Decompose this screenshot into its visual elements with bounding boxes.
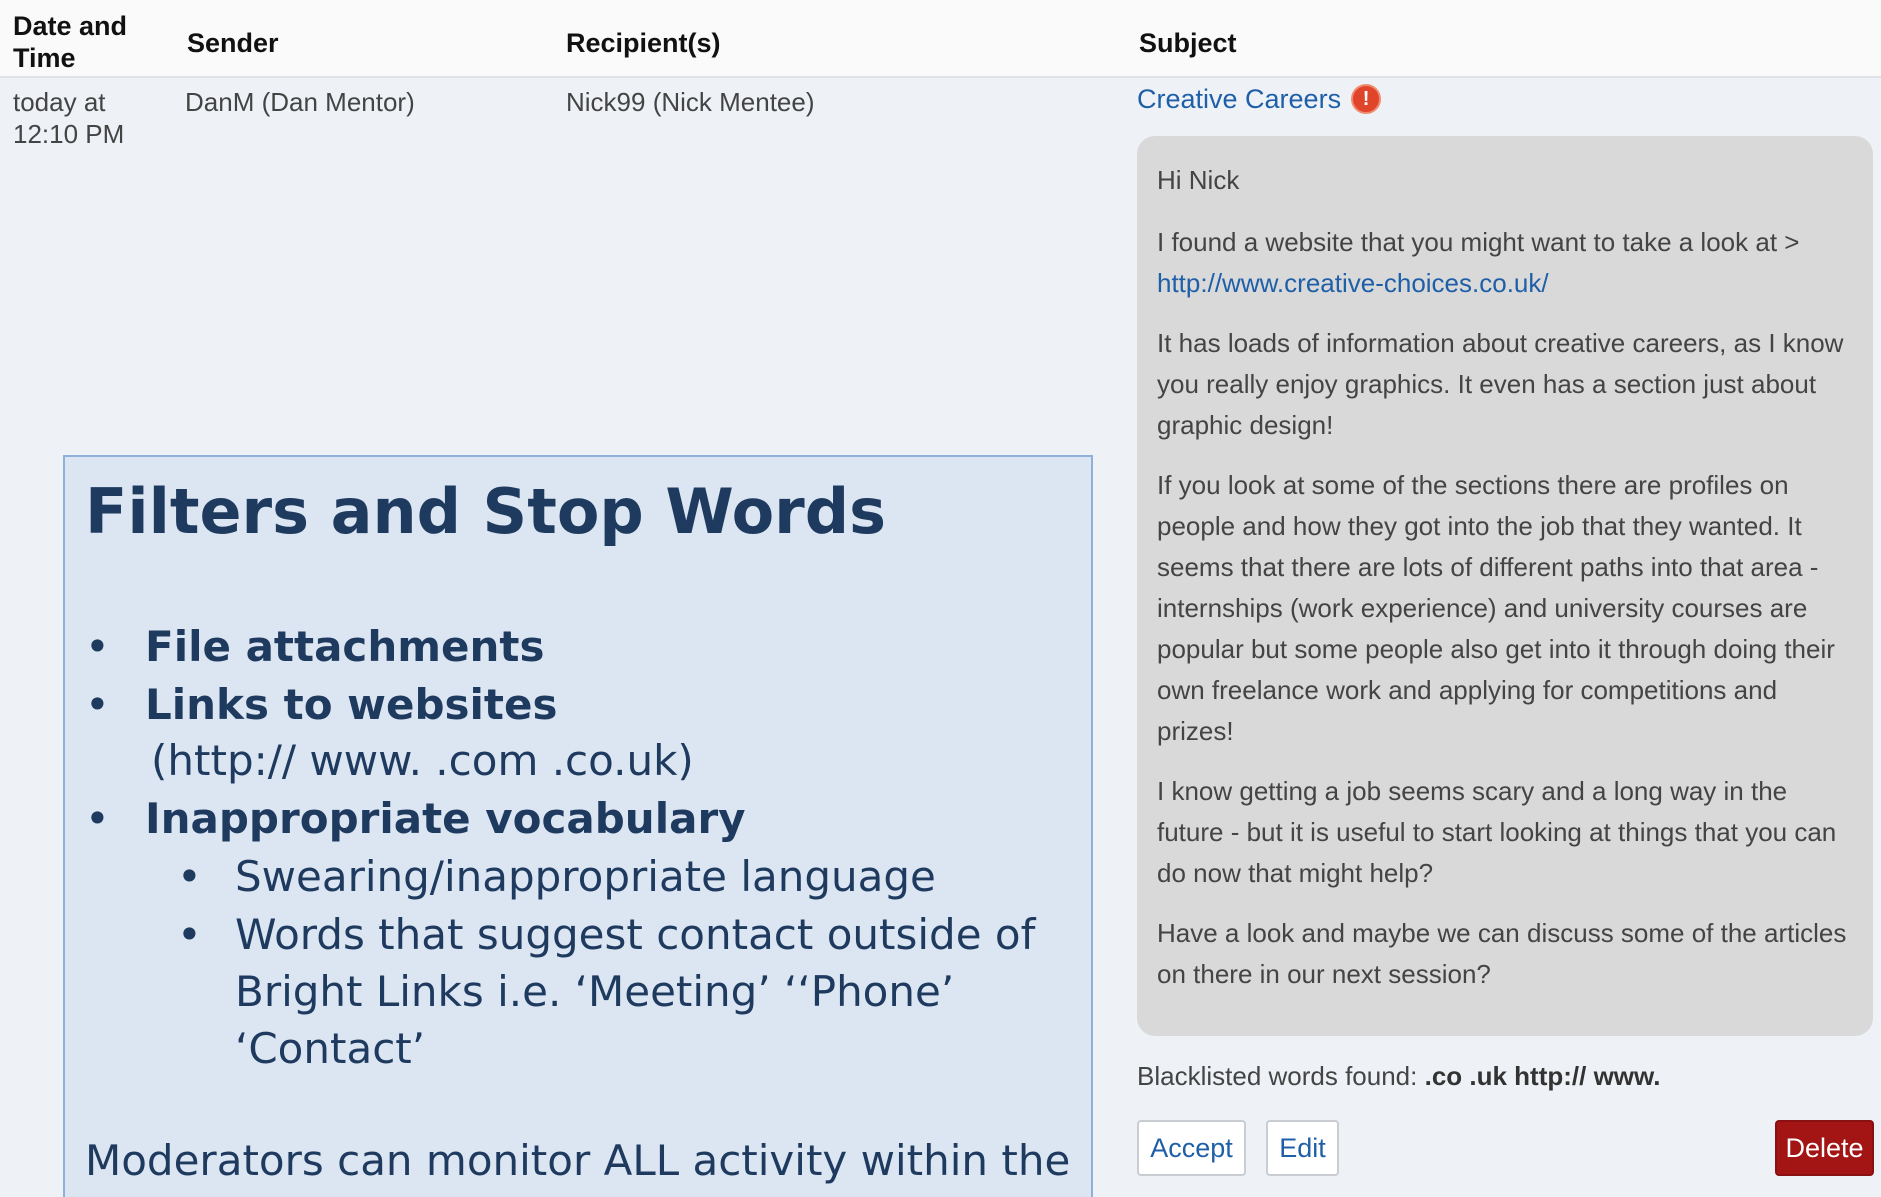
slide-bullet-detail: (http:// www. .com .co.uk)	[151, 736, 694, 785]
message-greeting: Hi Nick	[1157, 165, 1240, 195]
slide-subbullet: • Swearing/inappropriate language	[177, 849, 936, 905]
message-paragraph: If you look at some of the sections ther…	[1157, 470, 1835, 746]
slide-bullet: • File attachments	[85, 619, 544, 675]
message-date: today at 12:10 PM	[13, 87, 125, 149]
accept-button[interactable]: Accept	[1137, 1120, 1246, 1176]
column-header-date[interactable]: Date and Time	[13, 10, 163, 74]
subject-cell: Creative Careers !	[1137, 83, 1382, 115]
slide-subbullet: • Words that suggest contact outside of	[177, 907, 1035, 963]
message-body: Hi Nick I found a website that you might…	[1137, 136, 1873, 1036]
bullet-glyph: •	[177, 910, 202, 959]
message-paragraph: It has loads of information about creati…	[1157, 328, 1844, 440]
message-paragraph: I found a website that you might want to…	[1157, 222, 1853, 304]
message-link[interactable]: http://www.creative-choices.co.uk/	[1157, 268, 1549, 298]
slide-title: Filters and Stop Words	[85, 475, 887, 548]
bullet-glyph: •	[85, 794, 110, 843]
table-header: Date and Time Sender Recipient(s) Subjec…	[0, 0, 1881, 78]
message-recipients: Nick99 (Nick Mentee)	[566, 87, 815, 117]
slide-subbullet-continuation: Bright Links i.e. ‘Meeting’ ‘‘Phone’	[235, 967, 955, 1016]
column-header-recipients[interactable]: Recipient(s)	[566, 27, 721, 59]
blacklist-notice: Blacklisted words found: .co .uk http://…	[1137, 1061, 1661, 1092]
subject-link[interactable]: Creative Careers	[1137, 83, 1341, 115]
column-header-subject[interactable]: Subject	[1139, 27, 1237, 59]
blacklist-label: Blacklisted words found:	[1137, 1061, 1425, 1091]
bullet-glyph: •	[177, 852, 202, 901]
slide-bullet-text: Inappropriate vocabulary	[145, 794, 746, 843]
slide-bullet-text: Links to websites	[145, 680, 558, 729]
alert-icon: !	[1351, 84, 1382, 114]
blacklist-words: .co .uk http:// www.	[1424, 1061, 1661, 1091]
bullet-glyph: •	[85, 622, 110, 671]
message-paragraph: I know getting a job seems scary and a l…	[1157, 776, 1837, 888]
message-sender: DanM (Dan Mentor)	[185, 87, 415, 117]
bullet-glyph: •	[85, 680, 110, 729]
slide-bullet-text: File attachments	[145, 622, 545, 671]
message-paragraph: Have a look and maybe we can discuss som…	[1157, 918, 1847, 989]
slide-footer-text: Moderators can monitor ALL activity with…	[85, 1136, 1071, 1185]
slide-subbullet-text: Words that suggest contact outside of	[235, 910, 1036, 959]
slide-overlay: Filters and Stop Words • File attachments…	[63, 455, 1093, 1197]
slide-subbullet-continuation: ‘Contact’	[235, 1024, 426, 1073]
column-header-sender[interactable]: Sender	[187, 27, 279, 59]
message-paragraph-text: I found a website that you might want to…	[1157, 227, 1800, 257]
slide-subbullet-text: Swearing/inappropriate language	[235, 852, 936, 901]
slide-bullet: • Inappropriate vocabulary	[85, 791, 746, 847]
edit-button[interactable]: Edit	[1266, 1120, 1339, 1176]
delete-button[interactable]: Delete	[1775, 1120, 1874, 1176]
slide-bullet: • Links to websites	[85, 677, 557, 733]
